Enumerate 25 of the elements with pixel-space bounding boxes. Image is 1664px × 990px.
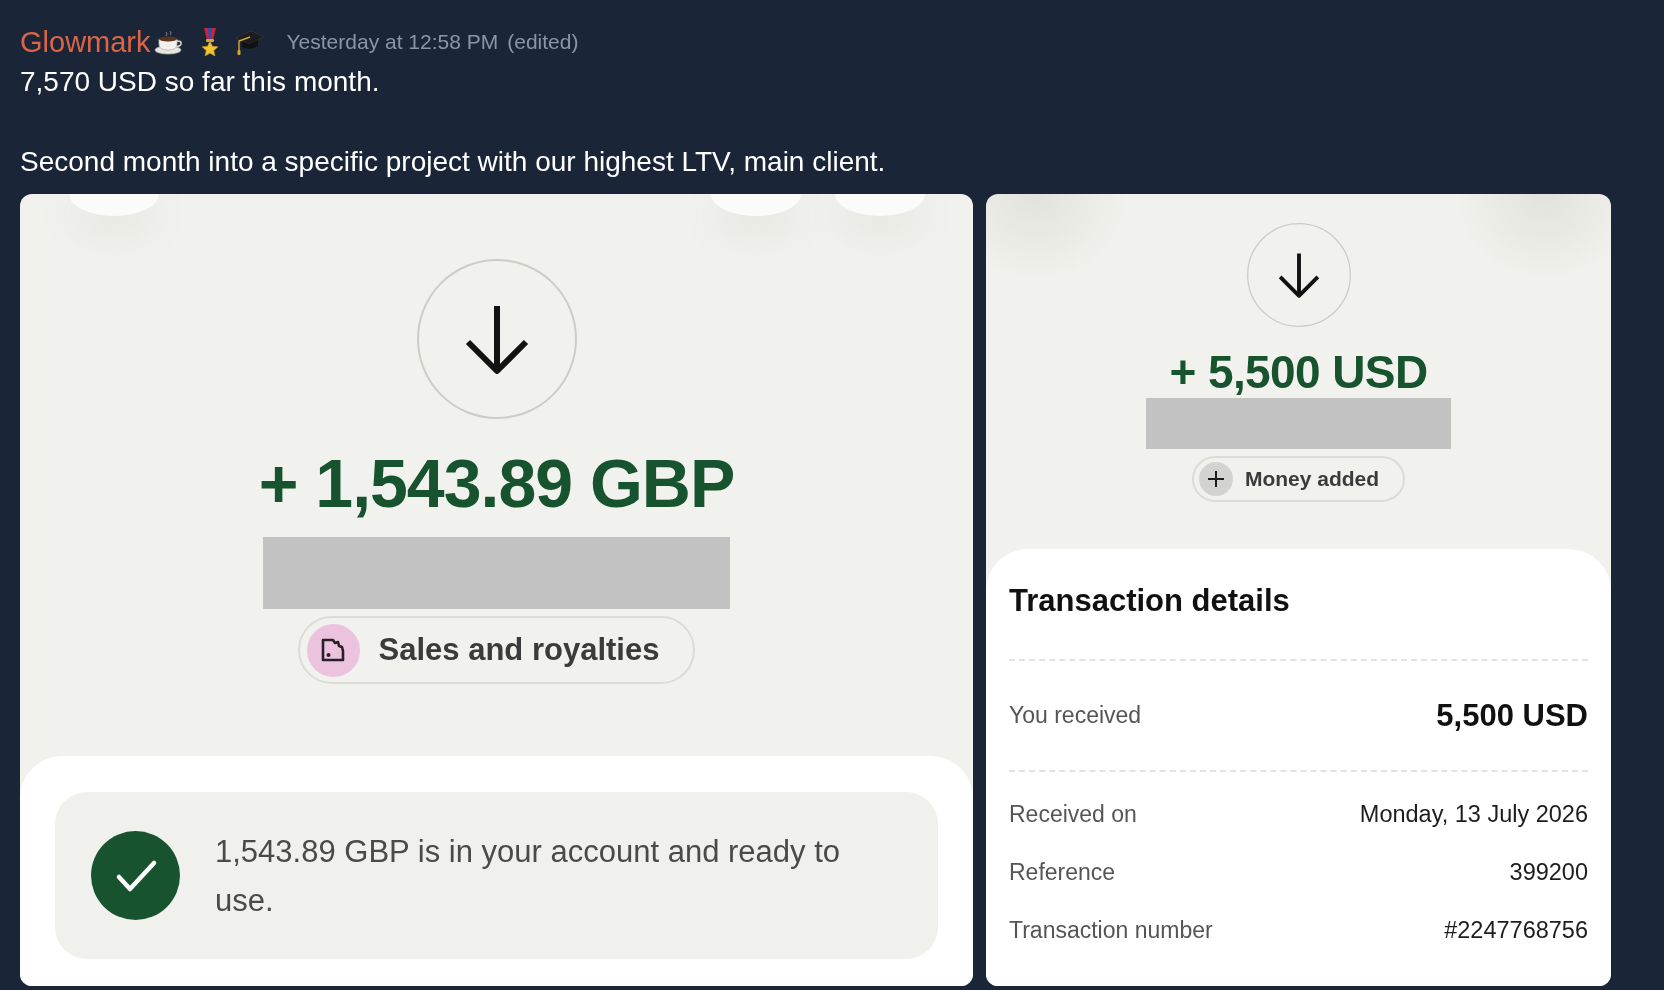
- author-name[interactable]: Glowmark: [20, 22, 151, 62]
- received-amount: 5,500 USD: [1436, 697, 1588, 734]
- coffee-cup-icon: [153, 29, 184, 55]
- details-title: Transaction details: [1009, 584, 1290, 618]
- message-text: Second month into a specific project with our highest LTV, main client.: [20, 145, 886, 179]
- detail-label: Received on: [1009, 800, 1137, 828]
- detail-label: Reference: [1009, 858, 1116, 886]
- check-icon: [91, 831, 180, 920]
- message-text: 7,570 USD so far this month.: [20, 65, 380, 99]
- detail-value: 399200: [1509, 858, 1588, 886]
- graduation-cap-icon: [234, 29, 265, 55]
- message-timestamp: Yesterday at 12:58 PM: [286, 29, 499, 55]
- medal-icon: [199, 28, 220, 56]
- detail-label: Transaction number: [1009, 916, 1213, 944]
- document-icon: [306, 623, 360, 677]
- detail-value: #2247768756: [1444, 916, 1588, 944]
- category-label: Sales and royalties: [378, 632, 660, 668]
- amount-text: + 1,543.89 GBP: [258, 445, 735, 521]
- category-label: Money added: [1244, 467, 1380, 491]
- detail-value: Monday, 13 July 2026: [1359, 800, 1588, 828]
- detail-label: You received: [1009, 702, 1142, 729]
- plus-icon: [1198, 462, 1233, 496]
- edited-label: (edited): [507, 29, 579, 55]
- notice-text: 1,543.89 GBP is in your account and ready to use.: [215, 832, 841, 920]
- amount-text: + 5,500 USD: [1169, 346, 1428, 398]
